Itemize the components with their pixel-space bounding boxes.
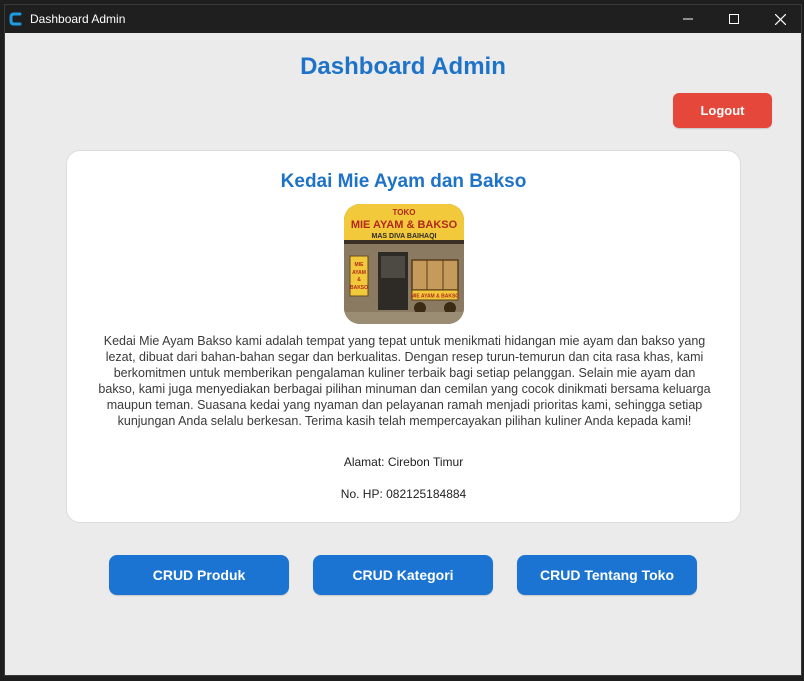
svg-text:&: &	[357, 277, 361, 283]
page-title: Dashboard Admin	[300, 53, 506, 80]
minimize-button[interactable]	[665, 5, 711, 33]
close-button[interactable]	[757, 5, 803, 33]
store-image: TOKO MIE AYAM & BAKSO MAS DIVA BAIHAQI M…	[344, 204, 464, 324]
svg-text:MIE: MIE	[355, 262, 365, 268]
logout-button[interactable]: Logout	[673, 93, 772, 128]
dashboard-content: Dashboard Admin Logout Kedai Mie Ayam da…	[5, 33, 801, 677]
app-window: Dashboard Admin Dashboard Admin Logout K…	[4, 4, 802, 676]
window-title: Dashboard Admin	[30, 12, 126, 26]
svg-text:MAS DIVA BAIHAQI: MAS DIVA BAIHAQI	[372, 233, 437, 240]
store-description: Kedai Mie Ayam Bakso kami adalah tempat …	[98, 334, 711, 428]
svg-text:MIE AYAM & BAKSO: MIE AYAM & BAKSO	[411, 294, 459, 300]
minimize-icon	[683, 18, 693, 20]
crud-produk-button[interactable]: CRUD Produk	[109, 555, 289, 595]
store-phone: No. HP: 082125184884	[340, 487, 467, 501]
maximize-button[interactable]	[711, 5, 757, 33]
svg-text:TOKO: TOKO	[393, 208, 416, 217]
svg-text:BAKSO: BAKSO	[350, 285, 368, 291]
crud-tentang-toko-button[interactable]: CRUD Tentang Toko	[517, 555, 697, 595]
crud-kategori-button[interactable]: CRUD Kategori	[313, 555, 493, 595]
store-info-card: Kedai Mie Ayam dan Bakso TOKO MIE AYAM &…	[66, 150, 741, 523]
svg-text:AYAM: AYAM	[352, 270, 366, 276]
close-icon	[774, 13, 786, 25]
store-address: Alamat: Cirebon Timur	[343, 455, 464, 469]
svg-text:MIE AYAM & BAKSO: MIE AYAM & BAKSO	[351, 219, 458, 231]
store-name: Kedai Mie Ayam dan Bakso	[280, 171, 527, 192]
title-bar[interactable]: Dashboard Admin	[5, 5, 801, 33]
maximize-icon	[729, 14, 739, 24]
app-c-icon	[9, 11, 23, 27]
